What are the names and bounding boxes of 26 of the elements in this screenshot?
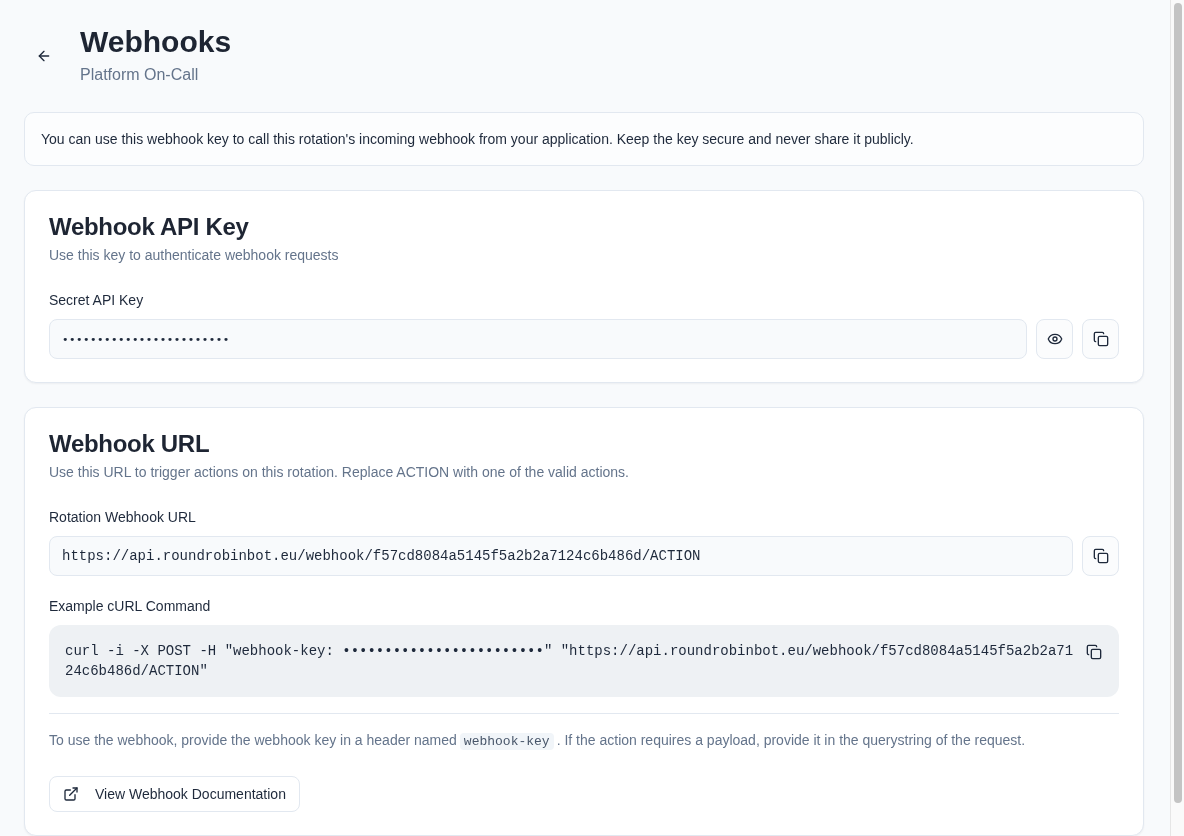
field-label: Rotation Webhook URL <box>49 508 196 527</box>
page-title: Webhooks <box>80 24 232 60</box>
eye-icon <box>1046 331 1063 347</box>
curl-command-block: curl -i -X POST -H "webhook-key: ••••••••••••••••••••••••" "https://api.roundrobinbot.eu/webhook/f57cd8084a5145f5a2b2a7124c6b486d/ACTION" <box>49 625 1119 697</box>
field-label: Secret API Key <box>49 291 144 310</box>
api-key-field[interactable]: •••••••••••••••••••••••• <box>49 319 1027 359</box>
card-description: Use this URL to trigger actions on this rotation. Replace ACTION with one of the valid actions. <box>49 463 630 482</box>
copy-icon <box>1092 331 1109 347</box>
view-documentation-button[interactable]: View Webhook Documentation <box>49 776 300 812</box>
copy-url-button[interactable] <box>1082 536 1119 576</box>
scrollbar-track[interactable] <box>1170 0 1184 836</box>
field-label: Example cURL Command <box>49 597 211 616</box>
card-title: Webhook API Key <box>49 212 250 242</box>
webhook-url-field[interactable]: https://api.roundrobinbot.eu/webhook/f57cd8084a5145f5a2b2a7124c6b486d/ACTION <box>49 536 1073 576</box>
usage-note: To use the webhook, provide the webhook key in a header named webhook-key . If the action requires a payload, provide it in the querystring of the request. <box>49 731 1027 752</box>
copy-command-button[interactable] <box>1085 643 1103 661</box>
copy-icon <box>1092 548 1109 564</box>
show-key-button[interactable] <box>1036 319 1073 359</box>
card-description: Use this key to authenticate webhook requests <box>49 246 340 265</box>
scrollbar-thumb[interactable] <box>1174 3 1182 803</box>
card-title: Webhook URL <box>49 429 211 459</box>
copy-key-button[interactable] <box>1082 319 1119 359</box>
external-link-icon <box>63 786 79 802</box>
copy-icon <box>1086 644 1102 660</box>
page-subtitle: Platform On-Call <box>80 65 199 85</box>
info-notice: You can use this webhook key to call this rotation's incoming webhook from your application. Keep the key secure and never share it publicly. <box>24 112 1144 166</box>
